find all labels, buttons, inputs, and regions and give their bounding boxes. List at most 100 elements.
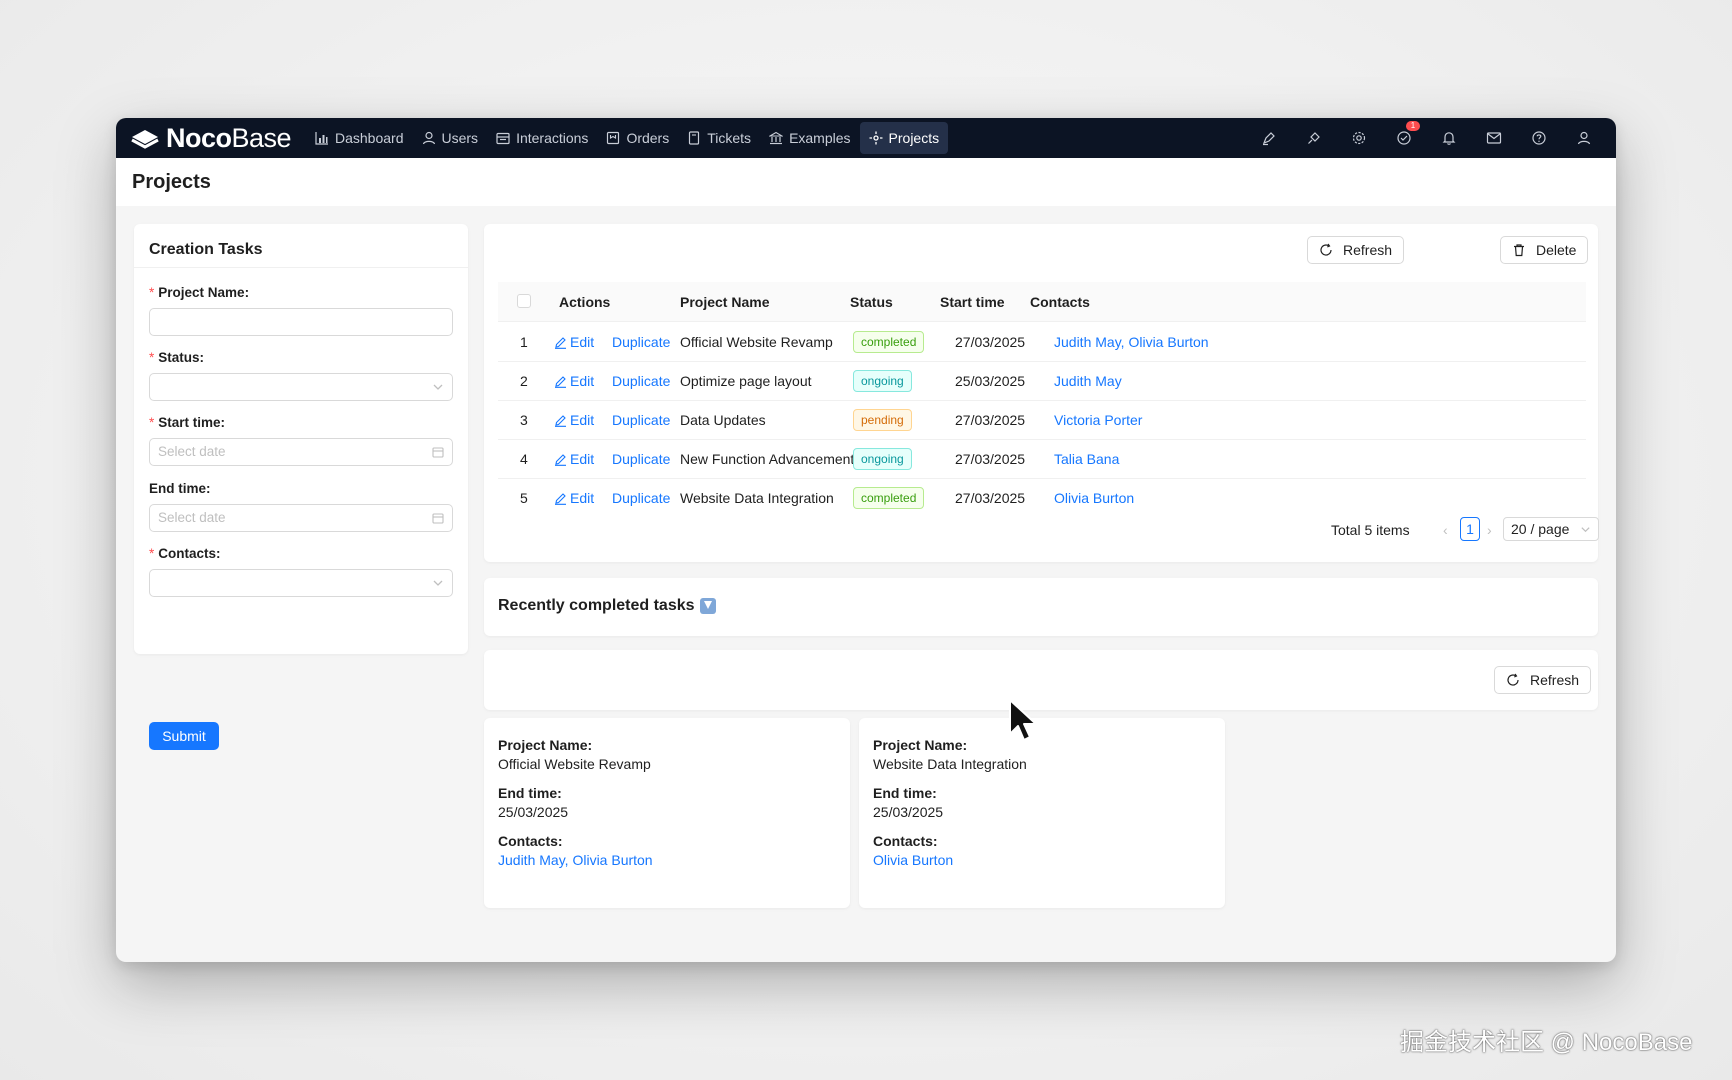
duplicate-link[interactable]: Duplicate [612, 451, 670, 467]
row-number: 2 [520, 373, 528, 389]
nav-item-interactions[interactable]: Interactions [487, 122, 597, 154]
creation-form-card: Creation Tasks * Project Name: * Status: *… [134, 224, 468, 750]
edit-link[interactable]: Edit [554, 373, 594, 389]
prev-page-icon[interactable]: ‹ [1443, 522, 1448, 538]
label-colon: : [557, 833, 563, 849]
nav-item-projects[interactable]: Projects [859, 122, 949, 154]
label-text: Project Name [873, 737, 963, 753]
logo-text-base: Base [231, 122, 292, 153]
contact-link[interactable]: Victoria Porter [1054, 412, 1142, 428]
column-header-project-name[interactable]: Project Name [680, 294, 769, 310]
nav-item-tickets[interactable]: Tickets [678, 122, 760, 154]
refresh-button[interactable]: Refresh [1307, 236, 1405, 264]
contacts-cell: Judith May, Olivia Burton [1054, 334, 1209, 350]
duplicate-link[interactable]: Duplicate [612, 490, 670, 506]
contact-link[interactable]: Judith May [1054, 373, 1122, 389]
duplicate-link[interactable]: Duplicate [612, 412, 670, 428]
calendar-icon [496, 131, 510, 145]
ui-editor-button[interactable] [1246, 118, 1291, 158]
main-nav: Dashboard Users Interactions Orders Tick… [306, 118, 949, 158]
table-row: 5 Edit Duplicate Website Data Integratio… [498, 479, 1586, 518]
start-time-picker[interactable]: Select date [149, 438, 453, 466]
nav-item-examples[interactable]: Examples [760, 122, 859, 154]
chevron-down-icon [1581, 527, 1590, 533]
table-row: 2 Edit Duplicate Optimize page layout on… [498, 362, 1586, 401]
label-colon: : [206, 481, 211, 496]
refresh-label: Refresh [1343, 242, 1393, 258]
duplicate-link[interactable]: Duplicate [612, 334, 670, 350]
edit-link[interactable]: Edit [554, 334, 594, 350]
page-size-select[interactable]: 20 / page [1503, 517, 1599, 541]
user-menu-button[interactable] [1561, 118, 1606, 158]
delete-label: Delete [1536, 242, 1577, 258]
edit-icon [555, 375, 566, 388]
projects-table-card: Refresh Delete Actions Project Name Stat… [484, 224, 1599, 562]
next-page-icon[interactable]: › [1487, 522, 1492, 538]
duplicate-link[interactable]: Duplicate [612, 373, 670, 389]
submit-button[interactable]: Submit [149, 722, 219, 750]
status-cell: ongoing [853, 370, 912, 392]
contacts-cell: Talia Bana [1054, 451, 1119, 467]
task-count-badge: 1 [1406, 121, 1420, 131]
contact-link[interactable]: Judith May [1054, 334, 1121, 350]
nav-item-dashboard[interactable]: Dashboard [306, 122, 413, 154]
column-header-start-time[interactable]: Start time [940, 294, 1005, 310]
edit-label: Edit [570, 334, 595, 350]
settings-button[interactable] [1336, 118, 1381, 158]
contact-link[interactable]: Talia Bana [1054, 451, 1119, 467]
notifications-button[interactable] [1426, 118, 1471, 158]
recent-tasks-toolbar-card: Refresh [484, 650, 1598, 710]
recent-task-card: Project Name: Website Data Integration E… [859, 718, 1225, 908]
contacts-select[interactable] [149, 569, 453, 597]
tasks-button[interactable]: 1 [1381, 118, 1426, 158]
label-colon: : [932, 833, 938, 849]
contact-link[interactable]: Olivia Burton [1054, 490, 1134, 506]
nav-item-orders[interactable]: Orders [597, 122, 678, 154]
label-text: Contacts [873, 833, 933, 849]
status-cell: completed [853, 487, 925, 509]
help-button[interactable] [1516, 118, 1561, 158]
project-name-cell: Website Data Integration [680, 490, 834, 506]
row-number: 1 [520, 334, 528, 350]
nav-label: Projects [888, 130, 940, 146]
recent-refresh-button[interactable]: Refresh [1494, 666, 1592, 694]
contact-link[interactable]: Olivia Burton [572, 852, 652, 868]
start-time-label: * Start time: [149, 415, 225, 430]
nav-item-users[interactable]: Users [413, 122, 488, 154]
form-card-title: Creation Tasks [149, 241, 263, 258]
calendar-icon [432, 447, 444, 458]
nocobase-logo[interactable]: Noco Base [130, 118, 300, 158]
recent-tasks-title-text: Recently completed tasks [498, 597, 695, 614]
label-text: End time [498, 785, 558, 801]
end-time-value: 25/03/2025 [498, 804, 569, 820]
end-time-picker[interactable]: Select date [149, 504, 453, 532]
edit-link[interactable]: Edit [554, 490, 594, 506]
status-cell: pending [853, 409, 912, 431]
delete-button[interactable]: Delete [1500, 236, 1589, 264]
label-colon: : [962, 737, 968, 753]
label-colon: : [932, 785, 937, 801]
project-name-label: * Project Name: [149, 285, 249, 300]
contact-link[interactable]: Olivia Burton [873, 852, 953, 868]
plugin-manager-button[interactable] [1291, 118, 1336, 158]
edit-link[interactable]: Edit [554, 412, 594, 428]
column-header-contacts[interactable]: Contacts [1030, 294, 1090, 310]
status-select[interactable] [149, 373, 453, 401]
select-all-checkbox[interactable] [517, 294, 531, 308]
messages-button[interactable] [1471, 118, 1516, 158]
contacts-label: * Contacts: [149, 546, 221, 561]
contact-link[interactable]: Olivia Burton [1128, 334, 1208, 350]
pagination-total: Total 5 items [1331, 522, 1410, 538]
edit-icon [555, 414, 566, 427]
project-name-value: Official Website Revamp [498, 756, 651, 772]
edit-link[interactable]: Edit [554, 451, 594, 467]
contacts-label: Contacts: [873, 833, 938, 849]
page-title: Projects [132, 171, 211, 193]
contact-link[interactable]: Judith May [498, 852, 565, 868]
status-tag: completed [853, 331, 925, 353]
project-name-input[interactable] [149, 308, 453, 336]
start-time-cell: 25/03/2025 [955, 373, 1026, 389]
table-header: Actions Project Name Status Start time C… [498, 282, 1586, 322]
column-header-status[interactable]: Status [850, 294, 893, 310]
page-1-button[interactable]: 1 [1460, 517, 1480, 541]
